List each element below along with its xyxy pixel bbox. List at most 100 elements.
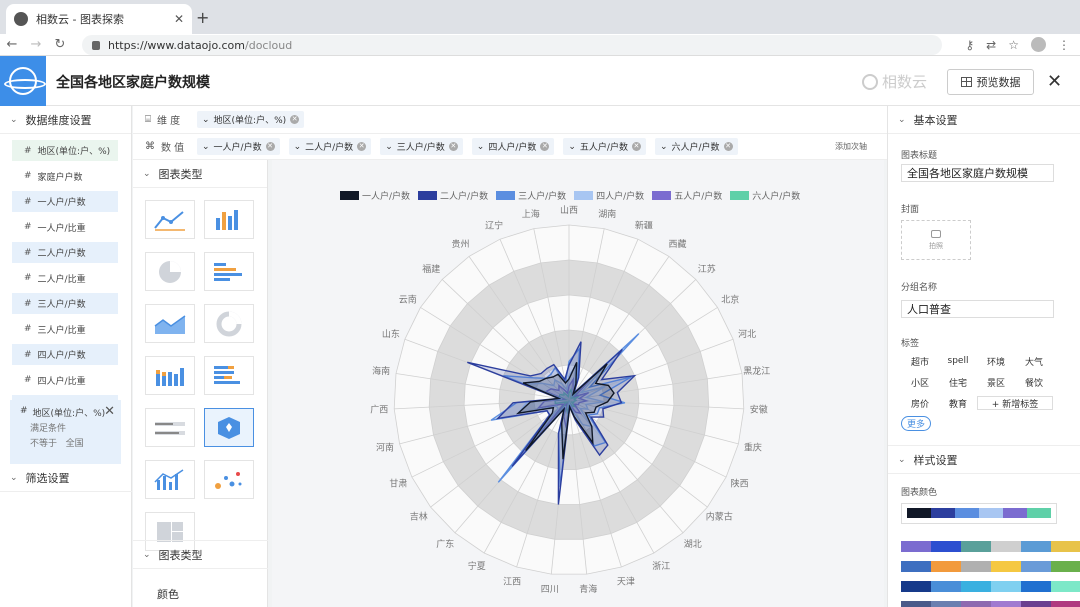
add-secondary-axis-link[interactable]: 添加次轴	[835, 141, 867, 152]
translate-icon[interactable]: ⇄	[986, 38, 996, 52]
chart-type-header-2[interactable]: ⌄ 图表类型	[133, 541, 268, 569]
category-label: 广东	[436, 538, 454, 550]
chart-title-input[interactable]: 全国各地区家庭户数规模	[901, 164, 1054, 182]
basic-settings-header[interactable]: ⌄ 基本设置	[888, 106, 1080, 134]
chart-type-option[interactable]	[204, 252, 254, 291]
browser-tab[interactable]: 相数云 - 图表探索 ✕	[6, 4, 192, 34]
url-path: /docloud	[245, 38, 293, 52]
forward-icon[interactable]: →	[24, 37, 48, 52]
chart-type-option[interactable]	[145, 408, 195, 447]
selected-palette[interactable]	[901, 503, 1057, 524]
chart-type-option[interactable]	[145, 252, 195, 291]
preview-data-button[interactable]: 预览数据	[947, 69, 1034, 95]
category-label: 青海	[579, 583, 597, 595]
legend-swatch	[418, 191, 438, 200]
more-tags-button[interactable]: 更多	[901, 416, 931, 431]
tag-chip[interactable]: 住宅	[939, 375, 977, 389]
cover-upload[interactable]: 拍照	[901, 220, 971, 260]
remove-icon[interactable]: ✕	[631, 142, 641, 151]
value-pill[interactable]: ⌄ 三人户/户数 ✕	[380, 138, 463, 155]
group-name-input[interactable]: 人口普查	[901, 300, 1054, 318]
legend-item[interactable]: 二人户/户数	[418, 189, 488, 202]
category-label: 黑龙江	[743, 365, 770, 377]
palette-option[interactable]	[901, 541, 1080, 552]
tag-chip[interactable]: 大气	[1015, 354, 1053, 368]
field-item[interactable]: # 一人户/户数	[12, 191, 118, 212]
chart-type-option[interactable]	[145, 304, 195, 343]
url-input[interactable]: https://www.dataojo.com/docloud	[82, 35, 942, 55]
remove-icon[interactable]: ✕	[290, 115, 300, 124]
palette-swatch	[1021, 601, 1051, 607]
value-pill[interactable]: ⌄ 六人户/户数 ✕	[654, 138, 738, 155]
close-tab-icon[interactable]: ✕	[174, 12, 184, 26]
field-item[interactable]: # 二人户/户数	[12, 242, 118, 263]
hash-icon: #	[24, 196, 32, 207]
chart-type-option[interactable]	[145, 460, 195, 499]
value-pill-label: 五人户/户数	[579, 143, 628, 153]
tag-chip[interactable]: 餐饮	[1015, 375, 1053, 389]
value-pill[interactable]: ⌄ 五人户/户数 ✕	[563, 138, 646, 155]
legend-item[interactable]: 五人户/户数	[652, 189, 722, 202]
palette-swatch	[901, 601, 931, 607]
filter-settings-header[interactable]: ⌄ 筛选设置	[0, 464, 132, 492]
remove-icon[interactable]: ✕	[540, 142, 550, 151]
star-icon[interactable]: ☆	[1008, 38, 1019, 52]
remove-filter-icon[interactable]: ✕	[104, 404, 115, 419]
legend-item[interactable]: 一人户/户数	[340, 189, 410, 202]
tag-chip[interactable]: 教育	[939, 396, 977, 410]
avatar[interactable]	[1031, 37, 1046, 52]
value-pill[interactable]: ⌄ 二人户/户数 ✕	[288, 138, 372, 155]
chart-type-option[interactable]	[145, 200, 195, 239]
chart-type-option[interactable]	[145, 356, 195, 395]
field-item[interactable]: # 三人户/比重	[12, 319, 118, 340]
tag-chip[interactable]: spell	[939, 354, 977, 368]
tag-chip[interactable]: 小区	[901, 375, 939, 389]
field-item[interactable]: # 二人户/比重	[12, 268, 118, 289]
dimension-pill[interactable]: ⌄ 地区(单位:户、%) ✕	[197, 111, 305, 128]
add-tag-button[interactable]: + 新增标签	[977, 396, 1053, 410]
field-item[interactable]: # 一人户/比重	[12, 217, 118, 238]
remove-icon[interactable]: ✕	[357, 142, 367, 151]
close-icon[interactable]: ✕	[1047, 71, 1062, 92]
remove-icon[interactable]: ✕	[265, 142, 275, 151]
legend-item[interactable]: 四人户/户数	[574, 189, 644, 202]
data-dimension-header[interactable]: ⌄ 数据维度设置	[0, 106, 131, 134]
legend-item[interactable]: 六人户/户数	[730, 189, 800, 202]
value-pill[interactable]: ⌄ 四人户/户数 ✕	[471, 138, 555, 155]
chart-type-option[interactable]	[204, 200, 254, 239]
field-item[interactable]: # 四人户/比重	[12, 370, 118, 391]
value-pill[interactable]: ⌄ 一人户/户数 ✕	[197, 138, 280, 155]
chart-type-option[interactable]	[204, 460, 254, 499]
field-label: 一人户/户数	[37, 198, 86, 208]
remove-icon[interactable]: ✕	[448, 142, 458, 151]
chart-type-option[interactable]	[204, 356, 254, 395]
values-icon: ⌘	[145, 141, 155, 152]
tag-chip[interactable]: 房价	[901, 396, 939, 410]
category-label: 江西	[503, 576, 521, 587]
field-item[interactable]: # 三人户/户数	[12, 293, 118, 314]
legend-label: 五人户/户数	[674, 192, 723, 202]
palette-option[interactable]	[901, 601, 1080, 607]
chart-type-header[interactable]: ⌄ 图表类型	[133, 160, 267, 188]
field-item[interactable]: # 家庭户户数	[12, 166, 118, 187]
menu-icon[interactable]: ⋮	[1058, 38, 1070, 52]
filter-card[interactable]: # 地区(单位:户、%) ✕ 满足条件 不等于 全国	[10, 400, 121, 464]
style-settings-title: 样式设置	[913, 453, 958, 467]
reload-icon[interactable]: ↻	[48, 37, 72, 52]
palette-option[interactable]	[901, 561, 1080, 572]
legend-item[interactable]: 三人户/户数	[496, 189, 566, 202]
chart-type-option[interactable]	[204, 408, 254, 447]
remove-icon[interactable]: ✕	[723, 142, 733, 151]
tag-chip[interactable]: 环境	[977, 354, 1015, 368]
app-logo[interactable]	[0, 56, 46, 106]
tag-chip[interactable]: 景区	[977, 375, 1015, 389]
field-item[interactable]: # 地区(单位:户、%)	[12, 140, 118, 161]
new-tab-icon[interactable]: +	[196, 8, 209, 27]
palette-option[interactable]	[901, 581, 1080, 592]
chart-type-option[interactable]	[204, 304, 254, 343]
tag-chip[interactable]: 超市	[901, 354, 939, 368]
style-settings-header[interactable]: ⌄ 样式设置	[888, 446, 1080, 474]
field-item[interactable]: # 四人户/户数	[12, 344, 118, 365]
key-icon[interactable]: ⚷	[965, 38, 974, 52]
back-icon[interactable]: ←	[0, 37, 24, 52]
